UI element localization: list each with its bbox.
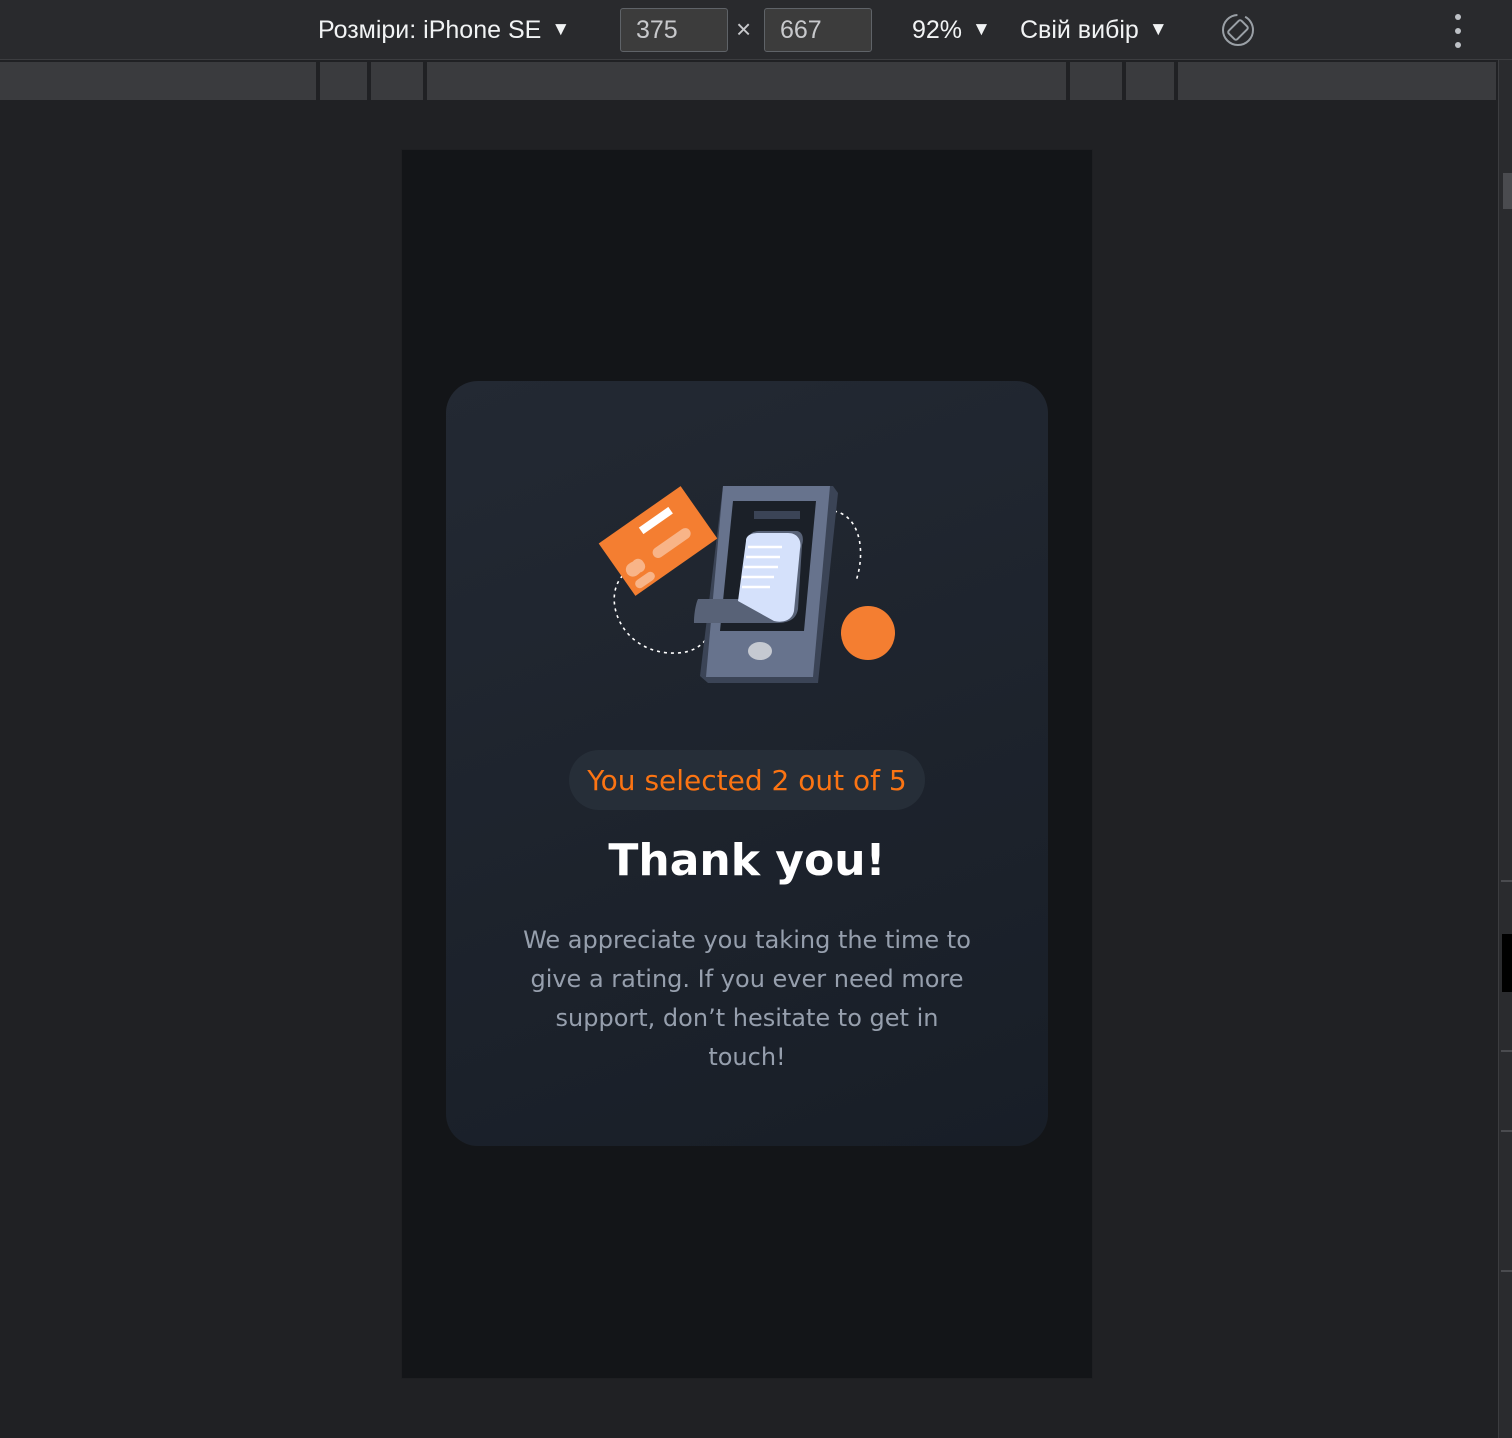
panel-divider bbox=[1501, 1270, 1512, 1272]
rotate-button[interactable] bbox=[1220, 12, 1256, 48]
height-input[interactable]: 667 bbox=[764, 8, 872, 52]
zoom-select-label: 92% bbox=[912, 15, 963, 44]
zoom-select[interactable]: 92% ▼ bbox=[912, 0, 991, 60]
ruler-divider bbox=[423, 62, 427, 100]
panel-block bbox=[1502, 934, 1512, 992]
device-toolbar: Розміри: iPhone SE ▼ 375 × 667 92% ▼ Сві… bbox=[0, 0, 1512, 60]
media-query-ruler[interactable] bbox=[0, 62, 1496, 100]
ruler-divider bbox=[1174, 62, 1178, 100]
throttling-select[interactable]: Свій вибір ▼ bbox=[1020, 0, 1168, 60]
page-title: Thank you! bbox=[608, 835, 886, 886]
chevron-down-icon: ▼ bbox=[1148, 19, 1168, 40]
rotate-icon bbox=[1222, 14, 1254, 46]
device-select-label: Розміри: iPhone SE bbox=[318, 15, 542, 44]
thank-you-illustration bbox=[598, 486, 895, 683]
chevron-down-icon: ▼ bbox=[551, 19, 571, 40]
chevron-down-icon: ▼ bbox=[972, 19, 991, 40]
throttling-select-label: Свій вибір bbox=[1020, 15, 1139, 44]
more-vert-icon bbox=[1455, 14, 1461, 20]
device-select[interactable]: Розміри: iPhone SE ▼ bbox=[318, 0, 570, 60]
ruler-divider bbox=[367, 62, 371, 100]
ruler-divider bbox=[1122, 62, 1126, 100]
more-vert-icon bbox=[1455, 28, 1461, 34]
thank-you-message: We appreciate you taking the time to giv… bbox=[523, 926, 971, 1071]
width-input[interactable]: 375 bbox=[620, 8, 728, 52]
thank-you-card: You selected 2 out of 5 Thank you! We ap… bbox=[446, 381, 1048, 1146]
panel-divider bbox=[1501, 880, 1512, 882]
ruler-divider bbox=[316, 62, 320, 100]
ruler-divider bbox=[1066, 62, 1070, 100]
more-vert-icon bbox=[1455, 42, 1461, 48]
device-viewport: You selected 2 out of 5 Thank you! We ap… bbox=[402, 150, 1092, 1378]
more-options-button[interactable] bbox=[1446, 14, 1470, 48]
panel-handle[interactable] bbox=[1503, 173, 1512, 209]
times-symbol: × bbox=[736, 14, 752, 44]
devtools-side-panel-edge bbox=[1498, 60, 1512, 1438]
selection-badge: You selected 2 out of 5 bbox=[569, 750, 925, 810]
panel-divider bbox=[1501, 1130, 1512, 1132]
panel-divider bbox=[1501, 1050, 1512, 1052]
